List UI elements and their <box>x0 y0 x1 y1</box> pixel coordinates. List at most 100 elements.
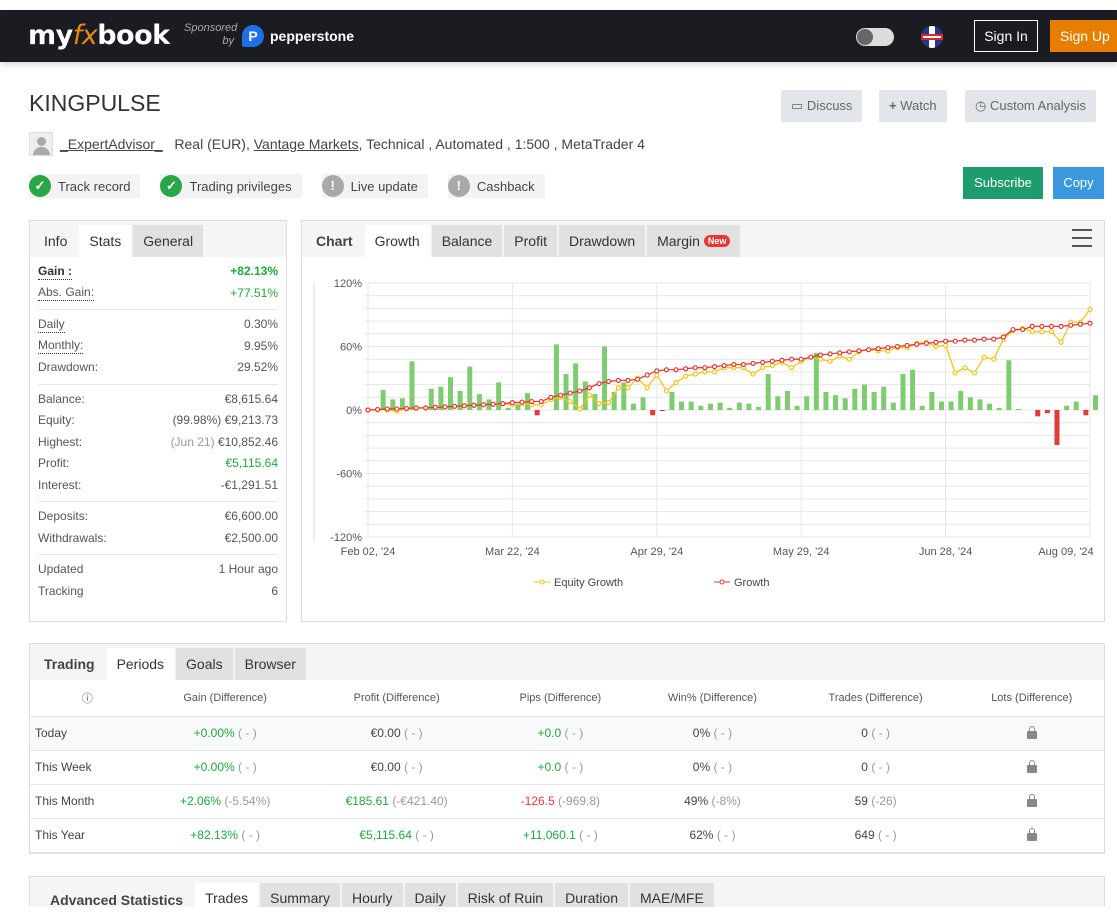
tab-stats[interactable]: Stats <box>79 225 132 257</box>
data-point[interactable] <box>683 366 689 372</box>
data-point[interactable] <box>971 337 978 343</box>
data-point[interactable] <box>875 346 881 352</box>
data-point[interactable] <box>567 390 573 396</box>
data-point[interactable] <box>461 403 467 409</box>
data-point[interactable] <box>557 392 564 398</box>
data-point[interactable] <box>500 401 506 407</box>
data-point[interactable] <box>846 349 852 355</box>
tab-growth[interactable]: Growth <box>364 225 430 257</box>
tab-risk-of-ruin[interactable]: Risk of Ruin <box>457 883 554 907</box>
data-point[interactable] <box>865 347 872 353</box>
data-point[interactable] <box>375 406 381 413</box>
data-point[interactable] <box>480 402 487 408</box>
data-point[interactable] <box>760 359 766 365</box>
tab-trades[interactable]: Trades <box>195 883 259 907</box>
data-point[interactable] <box>991 336 997 342</box>
data-point[interactable] <box>596 401 602 407</box>
data-point[interactable] <box>788 356 795 362</box>
data-point[interactable] <box>933 339 939 345</box>
data-point[interactable] <box>577 388 583 394</box>
data-point[interactable] <box>1039 323 1045 329</box>
data-point[interactable] <box>683 373 689 379</box>
data-point[interactable] <box>942 342 949 349</box>
uk-flag-icon[interactable] <box>921 26 943 48</box>
lock-icon[interactable] <box>1026 828 1037 841</box>
badge-track-record[interactable]: ✓ Track record <box>29 174 141 198</box>
data-point[interactable] <box>817 352 824 358</box>
data-point[interactable] <box>750 371 756 377</box>
tab-hourly[interactable]: Hourly <box>342 883 403 907</box>
tab-mae-mfe[interactable]: MAE/MFE <box>630 883 714 907</box>
data-point[interactable] <box>894 343 901 350</box>
data-point[interactable] <box>442 404 448 410</box>
data-point[interactable] <box>740 361 747 368</box>
data-point[interactable] <box>779 357 785 363</box>
data-point[interactable] <box>962 365 968 371</box>
user-link[interactable]: _ExpertAdvisor_ <box>60 136 163 152</box>
info-icon[interactable]: ⓘ <box>30 680 145 717</box>
data-point[interactable] <box>577 406 583 412</box>
tab-balance[interactable]: Balance <box>431 225 503 257</box>
data-point[interactable] <box>606 399 612 406</box>
data-point[interactable] <box>721 362 727 369</box>
data-point[interactable] <box>586 385 593 391</box>
tab-margin[interactable]: Margin New <box>647 225 741 257</box>
data-point[interactable] <box>673 367 679 373</box>
data-point[interactable] <box>933 343 939 350</box>
data-point[interactable] <box>856 348 862 354</box>
tab-profit[interactable]: Profit <box>504 225 557 257</box>
data-point[interactable] <box>365 407 371 413</box>
data-point[interactable] <box>731 361 737 368</box>
data-point[interactable] <box>644 372 650 378</box>
legend-label[interactable]: Growth <box>734 577 769 589</box>
data-point[interactable] <box>615 377 621 383</box>
pepperstone-logo[interactable]: Ppepperstone <box>242 25 354 47</box>
data-point[interactable] <box>711 364 718 370</box>
data-point[interactable] <box>817 356 824 362</box>
data-point[interactable] <box>798 356 804 362</box>
data-point[interactable] <box>615 385 621 391</box>
data-point[interactable] <box>663 367 670 373</box>
data-point[interactable] <box>962 337 968 343</box>
data-point[interactable] <box>1058 323 1064 329</box>
custom-analysis-button[interactable]: ◷ Custom Analysis <box>965 90 1097 122</box>
data-point[interactable] <box>384 406 390 412</box>
data-point[interactable] <box>711 369 718 375</box>
data-point[interactable] <box>788 365 795 371</box>
data-point[interactable] <box>808 354 814 360</box>
data-point[interactable] <box>654 368 660 374</box>
data-point[interactable] <box>663 388 670 394</box>
data-point[interactable] <box>1010 326 1016 333</box>
tab-info[interactable]: Info <box>34 225 77 257</box>
data-point[interactable] <box>827 358 833 364</box>
tab-general[interactable]: General <box>133 225 204 257</box>
data-point[interactable] <box>1020 326 1026 333</box>
sign-up-button[interactable]: Sign Up <box>1050 20 1117 52</box>
data-point[interactable] <box>837 350 843 356</box>
data-point[interactable] <box>596 380 602 387</box>
sign-in-button[interactable]: Sign In <box>974 20 1038 52</box>
data-point[interactable] <box>548 394 554 400</box>
data-point[interactable] <box>654 372 660 378</box>
watch-button[interactable]: + Watch <box>879 90 947 122</box>
data-point[interactable] <box>971 370 978 376</box>
data-point[interactable] <box>634 376 641 382</box>
data-point[interactable] <box>952 370 958 376</box>
data-point[interactable] <box>952 338 958 344</box>
data-point[interactable] <box>1058 339 1064 345</box>
data-point[interactable] <box>1000 334 1006 340</box>
tab-daily[interactable]: Daily <box>404 883 456 907</box>
badge-live-update[interactable]: ! Live update <box>321 174 428 198</box>
data-point[interactable] <box>827 351 833 357</box>
broker-link[interactable]: Vantage Markets <box>254 136 359 152</box>
data-point[interactable] <box>394 406 400 412</box>
data-point[interactable] <box>914 341 920 347</box>
data-point[interactable] <box>625 385 631 391</box>
settings-sliders-icon[interactable] <box>1072 229 1092 247</box>
data-point[interactable] <box>1087 306 1093 313</box>
theme-toggle[interactable] <box>856 28 894 46</box>
copy-button[interactable]: Copy <box>1053 167 1104 199</box>
data-point[interactable] <box>923 340 929 346</box>
data-point[interactable] <box>413 405 419 411</box>
tab-duration[interactable]: Duration <box>555 883 629 907</box>
